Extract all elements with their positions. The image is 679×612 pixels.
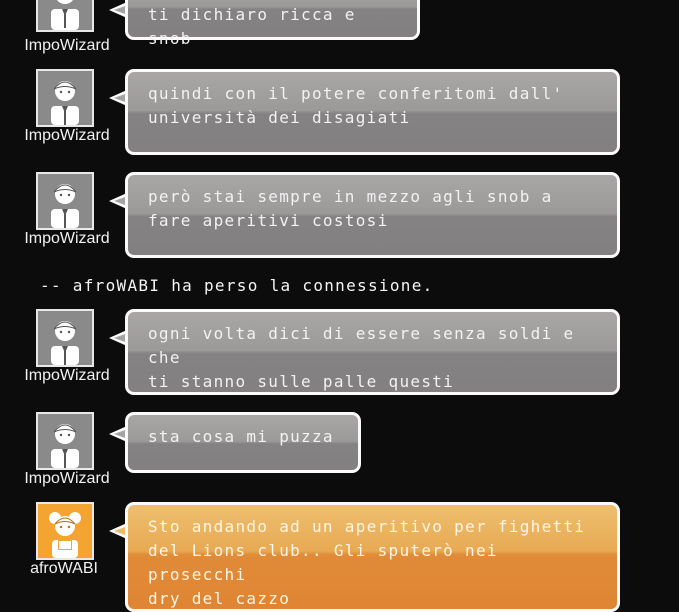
user-avatar-icon[interactable] [36,412,94,470]
username[interactable]: afroWABI [0,560,128,578]
message-text-line: Sto andando ad un aperitivo per fighetti [148,517,586,536]
message-bubble: sta cosa mi puzza [125,412,361,473]
message-text-line: ti dichiaro ricca e snob [148,5,356,48]
user-avatar-icon[interactable] [36,172,94,230]
message-bubble: quindi con il potere conferitomi dall' u… [125,69,620,155]
message-text-line: fare aperitivi costosi [148,211,389,230]
user-avatar-icon[interactable] [36,0,94,32]
message-text-line: quindi con il potere conferitomi dall' [148,84,564,103]
message-text-line: università dei disagiati [148,108,411,127]
username[interactable]: ImpoWizard [2,367,132,385]
message-text-line: ti stanno sulle palle questi [148,372,455,391]
message-bubble: Sto andando ad un aperitivo per fighetti… [125,502,620,612]
user-avatar-icon[interactable] [36,69,94,127]
message-bubble: ogni volta dici di essere senza soldi e … [125,309,620,395]
message-text-line: ogni volta dici di essere senza soldi e … [148,324,575,367]
system-message: -- afroWABI ha perso la connessione. [40,276,434,295]
message-text-line: dry del cazzo [148,589,291,608]
user-avatar-female-icon[interactable] [36,502,94,560]
message-text-line: sta cosa mi puzza [148,427,334,446]
username[interactable]: ImpoWizard [2,37,132,55]
message-text-line: però stai sempre in mezzo agli snob a [148,187,553,206]
message-text-line: del Lions club.. Gli sputerò nei prosecc… [148,541,498,584]
username[interactable]: ImpoWizard [2,127,132,145]
message-bubble: però stai sempre in mezzo agli snob a fa… [125,172,620,258]
user-avatar-icon[interactable] [36,309,94,367]
message-bubble: ti dichiaro ricca e snob [125,0,420,48]
username[interactable]: ImpoWizard [2,470,132,488]
username[interactable]: ImpoWizard [2,230,132,248]
